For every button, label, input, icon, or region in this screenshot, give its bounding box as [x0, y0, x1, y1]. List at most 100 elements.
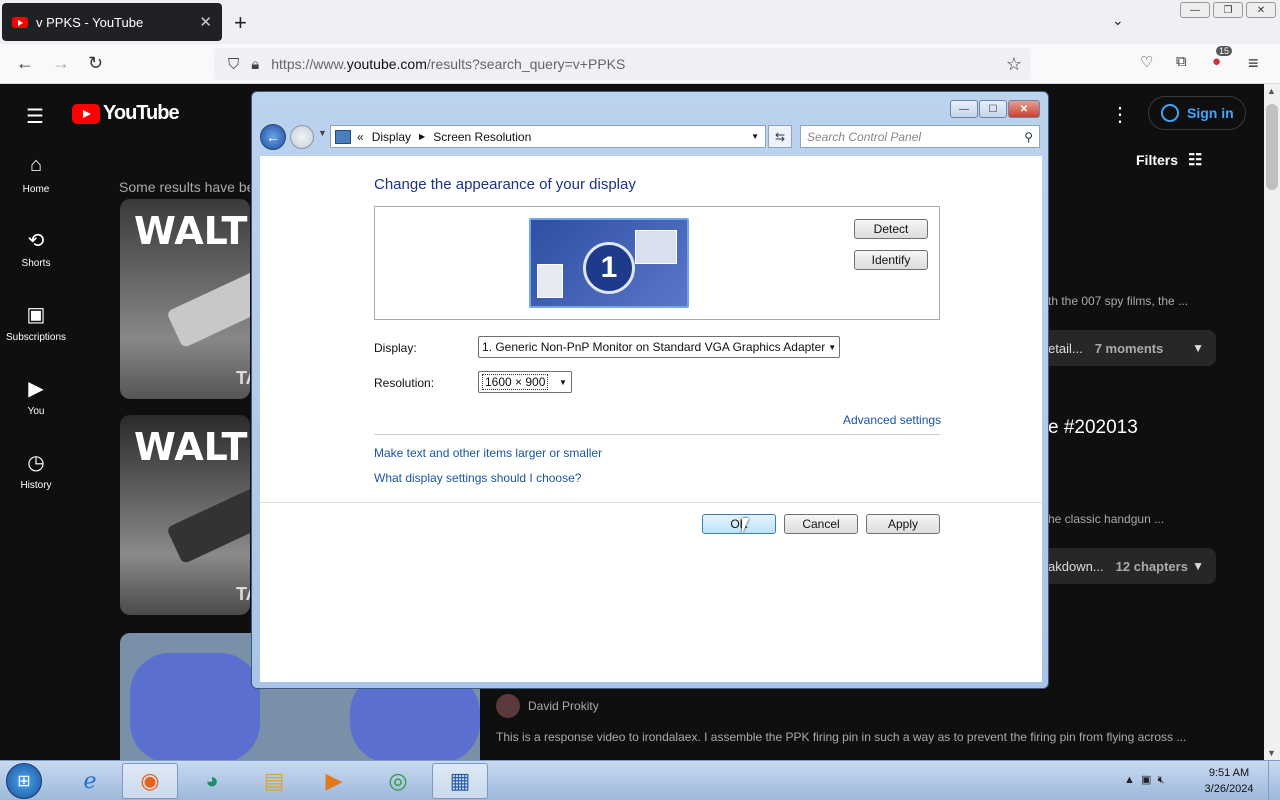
- breadcrumb-screen-resolution[interactable]: Screen Resolution: [433, 130, 531, 144]
- lock-icon[interactable]: 🔒︎: [251, 56, 259, 73]
- search-input[interactable]: Search Control Panel ⚲: [800, 125, 1040, 148]
- shield-icon[interactable]: ⛉: [228, 56, 239, 73]
- page-scrollbar[interactable]: ▲ ▼: [1264, 84, 1280, 760]
- scroll-down-icon[interactable]: ▼: [1267, 748, 1276, 758]
- identify-button[interactable]: Identify: [854, 250, 928, 270]
- key-moments-button[interactable]: etail... 7 moments ▼: [1048, 330, 1216, 366]
- recent-pages-dropdown-icon[interactable]: ▼: [318, 128, 327, 138]
- filters-button[interactable]: Filters ☷: [1136, 150, 1202, 170]
- advanced-settings-link[interactable]: Advanced settings: [843, 413, 941, 427]
- close-button[interactable]: ✕: [1246, 2, 1276, 18]
- menu-icon[interactable]: ≡: [1248, 53, 1259, 74]
- chrome-icon[interactable]: ◎: [370, 763, 426, 799]
- window-thumbnail: [635, 230, 677, 264]
- firefox-icon[interactable]: ◉: [122, 763, 178, 799]
- new-tab-button[interactable]: +: [234, 10, 247, 36]
- refresh-icon[interactable]: ⇆: [768, 125, 792, 148]
- forward-arrow-icon[interactable]: →: [52, 53, 70, 74]
- youtube-favicon-icon: [12, 16, 28, 28]
- taskbar: ⊞ ℯ ◉ ◕ ▤ ▶ ◎ ▦ ▲ ▣ 🔇︎ 9:51 AM 3/26/2024: [0, 760, 1280, 800]
- shorts-icon: ⟲: [27, 230, 45, 252]
- resolution-select[interactable]: 1600 × 900 ▼: [478, 371, 572, 393]
- window-controls: — ☐ ✕: [950, 100, 1040, 118]
- pocket-icon[interactable]: ♡: [1140, 53, 1153, 71]
- url-path: /results?search_query=v+PPKS: [426, 56, 626, 72]
- dialog-content: Change the appearance of your display 1 …: [260, 156, 1042, 682]
- video-thumbnail[interactable]: WALTHE TA: [120, 199, 250, 399]
- sidebar-item-history[interactable]: ◷ History: [0, 450, 72, 524]
- display-value: 1. Generic Non-PnP Monitor on Standard V…: [482, 340, 826, 354]
- sidebar-item-home[interactable]: ⌂ Home: [0, 154, 72, 228]
- bookmark-star-icon[interactable]: ☆: [1006, 54, 1022, 75]
- restore-button[interactable]: ❐: [1213, 2, 1243, 18]
- start-button[interactable]: ⊞: [6, 763, 42, 799]
- breadcrumb-dropdown-icon[interactable]: ▼: [751, 132, 759, 141]
- messenger-icon[interactable]: ◕: [184, 763, 240, 799]
- clock-time: 9:51 AM: [1208, 767, 1250, 779]
- detect-button[interactable]: Detect: [854, 219, 928, 239]
- youtube-sidebar: ⌂ Home ⟲ Shorts ▣ Subscriptions ▶ You ◷ Histo…: [0, 154, 72, 524]
- sign-in-label: Sign in: [1187, 105, 1234, 121]
- youtube-play-icon: [72, 103, 100, 124]
- scroll-up-icon[interactable]: ▲: [1267, 86, 1276, 96]
- url-bar[interactable]: ⛉ 🔒︎ https://www. youtube.com/results?sea…: [214, 48, 1030, 80]
- chevron-down-icon: ▼: [559, 377, 567, 387]
- results-note: Some results have be: [119, 179, 250, 195]
- tray-icons[interactable]: ▲ ▣ 🔇︎: [1124, 773, 1164, 787]
- extensions-icon[interactable]: ⧉: [1176, 53, 1187, 70]
- youtube-logo[interactable]: YouTube: [72, 102, 180, 125]
- breadcrumb[interactable]: « Display ▶ Screen Resolution ▼: [330, 125, 766, 148]
- chapters-button[interactable]: akdown... 12 chapters ▼: [1048, 548, 1216, 584]
- monitor-1-icon[interactable]: 1: [529, 218, 689, 308]
- ok-button[interactable]: OK: [702, 514, 776, 534]
- apply-button[interactable]: Apply: [866, 514, 940, 534]
- channel-link[interactable]: David Prokity: [496, 694, 599, 718]
- sidebar-item-shorts[interactable]: ⟲ Shorts: [0, 228, 72, 302]
- result-description: th the 007 spy films, the ...: [1048, 294, 1189, 308]
- browser-tab-youtube[interactable]: v PPKS - YouTube ✕: [2, 3, 222, 41]
- hamburger-menu-icon[interactable]: ☰: [26, 104, 44, 129]
- browser-tab-bar: v PPKS - YouTube ✕ + ⌄ — ❐ ✕: [0, 0, 1280, 44]
- result-title[interactable]: e #202013: [1048, 417, 1138, 439]
- sidebar-item-you[interactable]: ▶ You: [0, 376, 72, 450]
- breadcrumb-overflow[interactable]: «: [357, 130, 364, 144]
- video-thumbnail[interactable]: WALTHE TA: [120, 415, 250, 615]
- minimize-button[interactable]: —: [1180, 2, 1210, 18]
- reload-icon[interactable]: ↻: [88, 53, 103, 74]
- resolution-label: Resolution:: [374, 376, 435, 390]
- history-icon: ◷: [27, 452, 45, 474]
- forward-arrow-icon[interactable]: [290, 125, 314, 149]
- tab-title: v PPKS - YouTube: [36, 14, 144, 30]
- media-player-icon[interactable]: ▶: [306, 763, 362, 799]
- back-arrow-icon[interactable]: ←: [260, 124, 286, 150]
- result-description: he classic handgun ...: [1048, 512, 1165, 526]
- tab-close-icon[interactable]: ✕: [199, 13, 212, 31]
- display-help-link[interactable]: What display settings should I choose?: [374, 471, 581, 485]
- system-clock[interactable]: 9:51 AM 3/26/2024: [1196, 765, 1262, 797]
- sidebar-item-label: Home: [22, 184, 50, 195]
- thumbnail-title: WALTHE: [134, 425, 250, 469]
- sign-in-button[interactable]: Sign in: [1148, 96, 1246, 130]
- minimize-button[interactable]: —: [950, 100, 978, 118]
- breadcrumb-display[interactable]: Display: [372, 130, 411, 144]
- close-button[interactable]: ✕: [1008, 100, 1040, 118]
- window-thumbnail: [537, 264, 563, 298]
- account-icon: [1161, 104, 1179, 122]
- scrollbar-thumb[interactable]: [1266, 104, 1278, 190]
- file-explorer-icon[interactable]: ▤: [246, 763, 302, 799]
- text-size-link[interactable]: Make text and other items larger or smal…: [374, 446, 602, 460]
- cancel-button[interactable]: Cancel: [784, 514, 858, 534]
- internet-explorer-icon[interactable]: ℯ: [62, 763, 118, 799]
- list-tabs-chevron-icon[interactable]: ⌄: [1112, 12, 1124, 29]
- divider: [374, 434, 940, 435]
- control-panel-taskbar-icon[interactable]: ▦: [432, 763, 488, 799]
- breadcrumb-separator-icon[interactable]: ▶: [419, 132, 425, 141]
- back-arrow-icon[interactable]: ←: [16, 53, 34, 74]
- maximize-button[interactable]: ☐: [979, 100, 1007, 118]
- more-options-icon[interactable]: ⋮: [1110, 102, 1130, 127]
- search-icon[interactable]: ⚲: [1024, 130, 1033, 144]
- display-select[interactable]: 1. Generic Non-PnP Monitor on Standard V…: [478, 336, 840, 358]
- show-desktop-button[interactable]: [1268, 761, 1280, 800]
- address-bar: ← ▼ « Display ▶ Screen Resolution ▼ ⇆ Se…: [260, 124, 1042, 150]
- sidebar-item-subscriptions[interactable]: ▣ Subscriptions: [0, 302, 72, 376]
